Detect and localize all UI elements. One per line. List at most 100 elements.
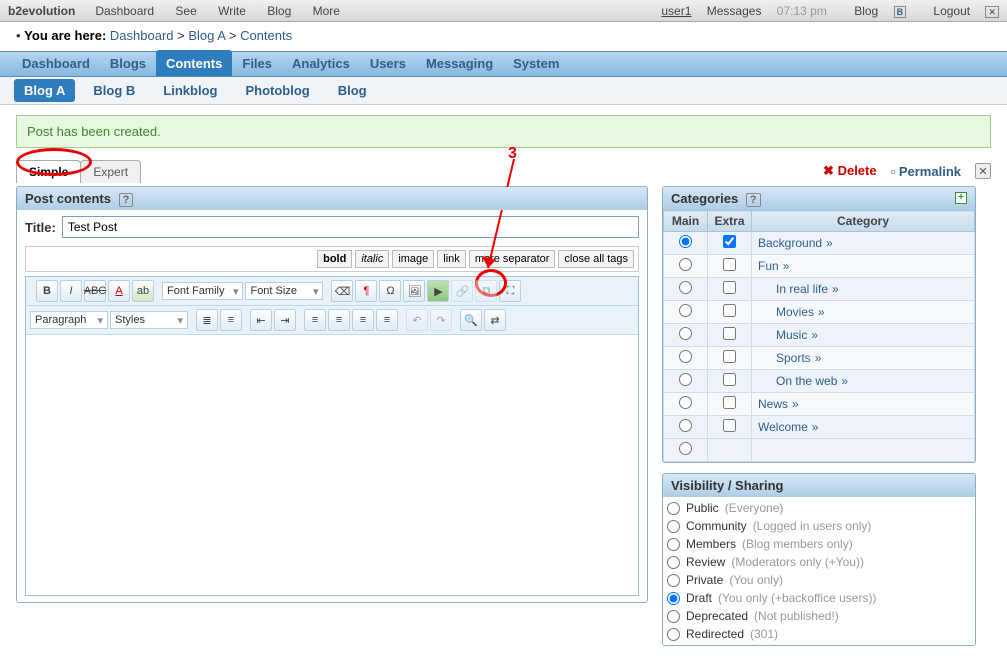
subtab-blogb[interactable]: Blog B — [83, 79, 145, 102]
btn-link[interactable]: 🔗 — [451, 280, 473, 302]
btn-outdent[interactable]: ⇤ — [250, 309, 272, 331]
qt-image[interactable]: image — [392, 250, 434, 268]
sel-fontsize[interactable]: Font Size — [245, 282, 323, 300]
cat-extra-8[interactable] — [723, 419, 736, 432]
vis-radio-7[interactable] — [667, 628, 680, 641]
subtab-photoblog[interactable]: Photoblog — [235, 79, 319, 102]
cat-extra-2[interactable] — [723, 281, 736, 294]
subtab-bloga[interactable]: Blog A — [14, 79, 75, 102]
btn-redo[interactable]: ↷ — [430, 309, 452, 331]
add-category-icon[interactable]: + — [955, 192, 967, 204]
top-see[interactable]: See — [175, 4, 196, 18]
top-dashboard[interactable]: Dashboard — [95, 4, 154, 18]
btn-media[interactable]: ▶ — [427, 280, 449, 302]
subtab-blog[interactable]: Blog — [328, 79, 377, 102]
vis-radio-4[interactable] — [667, 574, 680, 587]
sel-styles[interactable]: Styles — [110, 311, 188, 329]
btn-aligncenter[interactable]: ≡ — [328, 309, 350, 331]
cat-extra-1[interactable] — [723, 258, 736, 271]
vis-radio-5[interactable] — [667, 592, 680, 605]
cat-main-5[interactable] — [679, 350, 692, 363]
cat-link-7[interactable]: News — [758, 397, 788, 411]
btn-alignfull[interactable]: ≡ — [376, 309, 398, 331]
delete-button[interactable]: ✖ Delete — [823, 163, 877, 179]
messages-link[interactable]: Messages — [707, 4, 762, 18]
btn-alignleft[interactable]: ≡ — [304, 309, 326, 331]
btn-backcolor[interactable]: ab — [132, 280, 154, 302]
btn-strike[interactable]: ABC — [84, 280, 106, 302]
cat-link-2[interactable]: In real life — [776, 282, 828, 296]
cat-extra-4[interactable] — [723, 327, 736, 340]
btn-charmap[interactable]: Ω — [379, 280, 401, 302]
cat-main-1[interactable] — [679, 258, 692, 271]
top-write[interactable]: Write — [218, 4, 246, 18]
cat-extra-7[interactable] — [723, 396, 736, 409]
btn-image[interactable]: 🖼 — [403, 280, 425, 302]
btn-alignright[interactable]: ≡ — [352, 309, 374, 331]
btn-italic[interactable]: I — [60, 280, 82, 302]
cat-main-2[interactable] — [679, 281, 692, 294]
crumb-contents[interactable]: Contents — [240, 28, 292, 43]
cat-link-5[interactable]: Sports — [776, 351, 811, 365]
qt-closeall[interactable]: close all tags — [558, 250, 634, 268]
cat-extra-0[interactable] — [723, 235, 736, 248]
cat-link-6[interactable]: On the web — [776, 374, 837, 388]
cat-extra-3[interactable] — [723, 304, 736, 317]
tab-messaging[interactable]: Messaging — [416, 50, 503, 76]
btn-removeformat[interactable]: ⌫ — [331, 280, 353, 302]
btn-fullscreen[interactable]: ⛶ — [499, 280, 521, 302]
tab-files[interactable]: Files — [232, 50, 282, 76]
tab-users[interactable]: Users — [360, 50, 416, 76]
crumb-bloga[interactable]: Blog A — [188, 28, 225, 43]
vis-radio-1[interactable] — [667, 520, 680, 533]
vis-radio-0[interactable] — [667, 502, 680, 515]
tab-dashboard[interactable]: Dashboard — [12, 50, 100, 76]
sel-fontfamily[interactable]: Font Family — [162, 282, 243, 300]
cat-main-new[interactable] — [679, 442, 692, 455]
btn-forecolor[interactable]: A — [108, 280, 130, 302]
tab-blogs[interactable]: Blogs — [100, 50, 156, 76]
cat-link-1[interactable]: Fun — [758, 259, 779, 273]
cat-link-8[interactable]: Welcome — [758, 420, 808, 434]
help-icon[interactable]: ? — [746, 193, 761, 207]
blog-link[interactable]: Blog B — [842, 4, 906, 18]
viewtab-expert[interactable]: Expert — [80, 160, 141, 183]
editor-textarea[interactable] — [26, 335, 638, 595]
tab-system[interactable]: System — [503, 50, 569, 76]
vis-radio-2[interactable] — [667, 538, 680, 551]
btn-ul[interactable]: ≣ — [196, 309, 218, 331]
tab-analytics[interactable]: Analytics — [282, 50, 360, 76]
cat-main-3[interactable] — [679, 304, 692, 317]
crumb-dashboard[interactable]: Dashboard — [110, 28, 174, 43]
close-panel-icon[interactable]: ✕ — [975, 163, 991, 179]
btn-ol[interactable]: ≡ — [220, 309, 242, 331]
user-link[interactable]: user1 — [661, 4, 691, 18]
cat-main-0[interactable] — [679, 235, 692, 248]
permalink-button[interactable]: ▫ Permalink — [891, 164, 961, 179]
subtab-linkblog[interactable]: Linkblog — [153, 79, 227, 102]
cat-link-3[interactable]: Movies — [776, 305, 814, 319]
tab-contents[interactable]: Contents — [156, 50, 232, 76]
cat-main-8[interactable] — [679, 419, 692, 432]
cat-link-0[interactable]: Background — [758, 236, 822, 250]
help-icon[interactable]: ? — [119, 193, 134, 207]
vis-radio-3[interactable] — [667, 556, 680, 569]
cat-link-4[interactable]: Music — [776, 328, 807, 342]
btn-search[interactable]: 🔍 — [460, 309, 482, 331]
qt-bold[interactable]: bold — [317, 250, 352, 268]
sel-format[interactable]: Paragraph — [30, 311, 108, 329]
logout-link[interactable]: Logout ✕ — [921, 4, 999, 18]
btn-undo[interactable]: ↶ — [406, 309, 428, 331]
top-blog[interactable]: Blog — [267, 4, 291, 18]
qt-more[interactable]: more separator — [469, 250, 556, 268]
btn-unlink[interactable]: ⧉ — [475, 280, 497, 302]
cat-main-6[interactable] — [679, 373, 692, 386]
qt-link[interactable]: link — [437, 250, 466, 268]
vis-radio-6[interactable] — [667, 610, 680, 623]
viewtab-simple[interactable]: Simple — [16, 160, 81, 183]
btn-replace[interactable]: ⇄ — [484, 309, 506, 331]
qt-italic[interactable]: italic — [355, 250, 389, 268]
cat-main-7[interactable] — [679, 396, 692, 409]
cat-extra-5[interactable] — [723, 350, 736, 363]
cat-main-4[interactable] — [679, 327, 692, 340]
